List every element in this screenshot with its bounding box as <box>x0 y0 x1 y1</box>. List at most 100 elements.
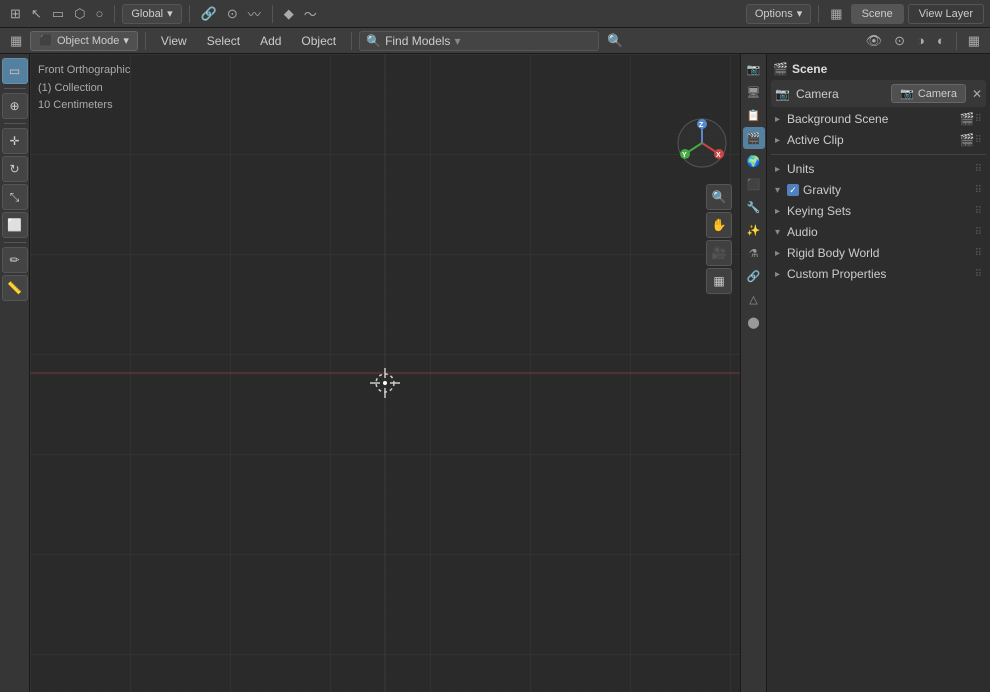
output-props-icon[interactable]: 🖥 <box>743 81 765 103</box>
cursor-tool[interactable]: ⊕ <box>2 93 28 119</box>
viewport[interactable]: Front Orthographic (1) Collection 10 Cen… <box>30 54 740 692</box>
grid-btn[interactable]: ▦ <box>964 31 984 51</box>
box-select-icon-btn[interactable]: ▭ <box>48 4 68 24</box>
camera-value-btn[interactable]: 📷 Camera <box>891 84 966 103</box>
keying-sets-section[interactable]: ▸ Keying Sets ⠿ <box>771 201 986 221</box>
audio-section[interactable]: ▾ Audio ⠿ <box>771 222 986 242</box>
gravity-section[interactable]: ▾ ✓ Gravity ⠿ <box>771 180 986 200</box>
rotate-tool[interactable]: ↻ <box>2 156 28 182</box>
custom-props-drag: ⠿ <box>975 269 982 280</box>
nav-gizmo[interactable]: Z X Y <box>675 116 730 174</box>
active-clip-row[interactable]: ▸ Active Clip 🎬 ⠿ <box>771 130 986 150</box>
gravity-chevron: ▾ <box>775 185 787 196</box>
svg-text:Y: Y <box>682 152 687 159</box>
keying-sets-drag: ⠿ <box>975 206 982 217</box>
rigid-body-label: Rigid Body World <box>787 246 975 260</box>
mode-dropdown[interactable]: ⬛ Object Mode ▾ <box>30 31 138 51</box>
3d-cursor <box>365 363 405 406</box>
camera-row: 📷 Camera 📷 Camera ✕ <box>771 80 986 107</box>
material-props-icon[interactable]: ⬤ <box>743 311 765 333</box>
move-tool[interactable]: ✛ <box>2 128 28 154</box>
circle-icon-btn[interactable]: ○ <box>91 4 107 24</box>
proportional-icon-btn[interactable]: ⊙ <box>223 4 242 24</box>
particles-props-icon[interactable]: ✨ <box>743 219 765 241</box>
measure-tool[interactable]: 📏 <box>2 275 28 301</box>
grid-view-btn[interactable]: ▦ <box>706 268 732 294</box>
global-dropdown[interactable]: Global ▾ <box>122 4 181 24</box>
background-scene-label: Background Scene <box>787 112 960 126</box>
find-models-search[interactable]: 🔍 Find Models ▾ <box>359 31 599 51</box>
rigid-body-world-section[interactable]: ▸ Rigid Body World ⠿ <box>771 243 986 263</box>
active-clip-icon: 🎬 <box>960 133 975 147</box>
add-menu[interactable]: Add <box>252 32 289 50</box>
viewport-view-name: Front Orthographic <box>38 62 130 80</box>
view-gizmo-btn[interactable]: 👁 <box>862 31 887 51</box>
lasso-icon-btn[interactable]: ⬡ <box>70 4 89 24</box>
mode-label: Object Mode <box>57 35 119 47</box>
gravity-checkbox[interactable]: ✓ <box>787 184 799 196</box>
camera-close-btn[interactable]: ✕ <box>972 87 982 101</box>
transform-icon-btn[interactable]: ↖ <box>27 4 46 24</box>
viewport-info: Front Orthographic (1) Collection 10 Cen… <box>38 62 130 115</box>
custom-props-label: Custom Properties <box>787 267 975 281</box>
mode-icon: ⬛ <box>39 34 53 47</box>
global-label: Global <box>131 8 163 20</box>
scale-tool[interactable]: ⤡ <box>2 184 28 210</box>
pan-btn[interactable]: ✋ <box>706 212 732 238</box>
background-scene-drag: ⠿ <box>975 114 982 125</box>
view-menu[interactable]: View <box>153 32 195 50</box>
search-icon-btn[interactable]: 🔍 <box>603 31 627 51</box>
keying-sets-label: Keying Sets <box>787 204 975 218</box>
camera-icon: 📷 <box>775 87 790 101</box>
transform-tool[interactable]: ⬜ <box>2 212 28 238</box>
annotate-tool[interactable]: ✏ <box>2 247 28 273</box>
editor-type-icon[interactable]: ▦ <box>826 4 846 24</box>
select-box-tool[interactable]: ▭ <box>2 58 28 84</box>
object-props-icon[interactable]: ⬛ <box>743 173 765 195</box>
timeline-icon-btn[interactable]: 〜 <box>300 4 321 24</box>
search-icon: 🔍 <box>366 34 381 48</box>
object-data-props-icon[interactable]: △ <box>743 288 765 310</box>
properties-icon-sidebar: 📷 🖥 📋 🎬 🌍 ⬛ 🔧 ✨ ⚗ 🔗 △ ⬤ <box>741 54 767 692</box>
props-title: Scene <box>792 62 827 76</box>
physics-props-icon[interactable]: ⚗ <box>743 242 765 264</box>
shading-btn[interactable]: ◑ <box>913 31 929 51</box>
view-layer-tab-label: View Layer <box>919 8 973 20</box>
options-dropdown[interactable]: Options ▾ <box>746 4 811 24</box>
object-menu[interactable]: Object <box>293 32 344 50</box>
top-bar: ⊞ ↖ ▭ ⬡ ○ Global ▾ 🔗 ⊙ 〰 ◆ 〜 Options ▾ ▦… <box>0 0 990 28</box>
keyframe-icon-btn[interactable]: ◆ <box>280 4 298 24</box>
background-scene-row[interactable]: ▸ Background Scene 🎬 ⠿ <box>771 109 986 129</box>
scene-props-icon[interactable]: 🎬 <box>743 127 765 149</box>
svg-text:Z: Z <box>699 122 704 129</box>
scene-tab[interactable]: Scene <box>851 4 904 24</box>
camera-value-text: Camera <box>918 88 957 100</box>
snap-icon-btn[interactable]: 🔗 <box>197 4 221 24</box>
select-menu[interactable]: Select <box>199 32 248 50</box>
world-props-icon[interactable]: 🌍 <box>743 150 765 172</box>
rigid-body-chevron: ▸ <box>775 248 787 259</box>
tool-sep2 <box>4 123 26 124</box>
zoom-in-btn[interactable]: 🔍 <box>706 184 732 210</box>
background-scene-icon: 🎬 <box>960 112 975 126</box>
blender-icon-btn[interactable]: ⊞ <box>6 4 25 24</box>
view-layer-props-icon[interactable]: 📋 <box>743 104 765 126</box>
gravity-label: Gravity <box>803 183 975 197</box>
overlay-btn[interactable]: ⊙ <box>890 31 909 51</box>
falloff-icon-btn[interactable]: 〰 <box>244 4 265 24</box>
units-section[interactable]: ▸ Units ⠿ <box>771 159 986 179</box>
editor-type-btn[interactable]: ▦ <box>6 31 26 51</box>
shading2-btn[interactable]: ◐ <box>933 31 949 51</box>
nav-toolbar-right: 🔍 ✋ 🎥 ▦ <box>706 184 732 294</box>
render-props-icon[interactable]: 📷 <box>743 58 765 80</box>
constraints-props-icon[interactable]: 🔗 <box>743 265 765 287</box>
modifiers-props-icon[interactable]: 🔧 <box>743 196 765 218</box>
viewport-collection: (1) Collection <box>38 80 130 98</box>
sep3 <box>272 5 273 23</box>
custom-properties-section[interactable]: ▸ Custom Properties ⠿ <box>771 264 986 284</box>
active-clip-label: Active Clip <box>787 133 960 147</box>
view-layer-tab[interactable]: View Layer <box>908 4 984 24</box>
units-drag: ⠿ <box>975 164 982 175</box>
audio-label: Audio <box>787 225 975 239</box>
camera-view-btn[interactable]: 🎥 <box>706 240 732 266</box>
